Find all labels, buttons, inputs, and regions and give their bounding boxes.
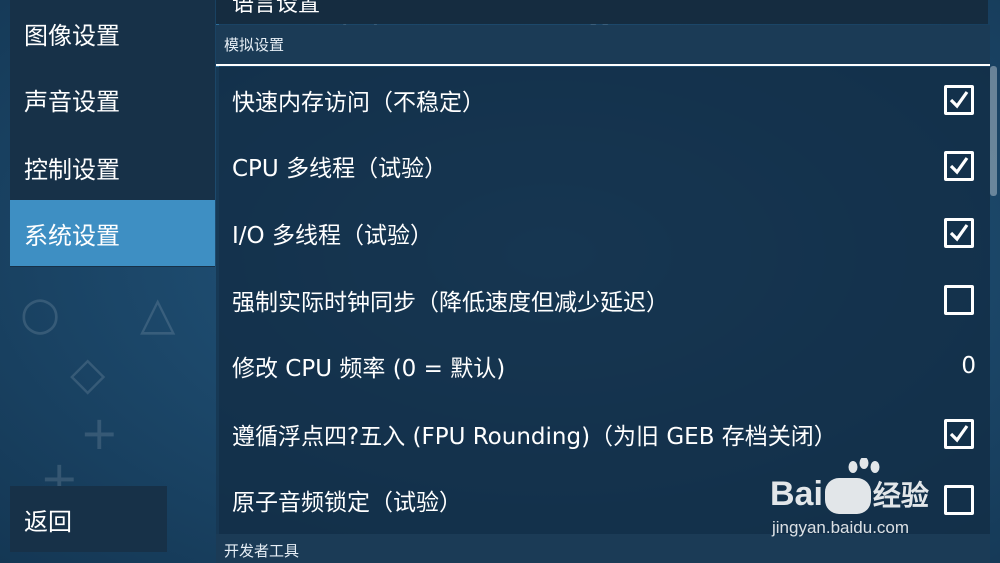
setting-force-realtime-clock[interactable]: 强制实际时钟同步（降低速度但减少延迟） [216,267,990,333]
setting-fast-memory[interactable]: 快速内存访问（不稳定） [216,67,990,133]
setting-label: CPU 多线程（试验） [232,156,448,182]
sidebar-item-label: 声音设置 [24,87,120,116]
sidebar-item-label: 系统设置 [24,221,120,250]
checkmark-icon [949,157,969,175]
checkbox[interactable] [944,85,974,115]
setting-io-multithread[interactable]: I/O 多线程（试验） [216,200,990,266]
section-header-emulation: 模拟设置 [216,25,990,66]
setting-cpu-clock[interactable]: 修改 CPU 频率 (0 = 默认) 0 [216,333,990,399]
sidebar-item-graphics[interactable]: 图像设置 [10,0,215,66]
setting-label: I/O 多线程（试验） [232,223,433,249]
bg-circle-icon: ○ [20,286,61,340]
setting-value: 0 [961,353,976,379]
setting-label: 原子音频锁定（试验） [232,490,462,516]
language-settings-label: 语言设置 [232,0,321,17]
setting-label: 快速内存访问（不稳定） [232,90,485,116]
language-settings-row[interactable]: 语言设置 [216,0,988,24]
watermark-du-icon [824,478,871,514]
watermark-url: jingyan.baidu.com [772,518,910,537]
setting-label: 修改 CPU 频率 (0 = 默认) [232,356,506,382]
sidebar-item-label: 图像设置 [24,21,120,50]
watermark-brand: Bai 经验 [770,474,929,514]
back-button[interactable]: 返回 [10,486,167,552]
sidebar-item-label: 控制设置 [24,155,120,184]
sidebar-item-system[interactable]: 系统设置 [10,200,215,266]
baidu-jingyan-watermark: Bai 经验 jingyan.baidu.com [770,458,1000,543]
checkbox[interactable] [944,419,974,449]
setting-label: 强制实际时钟同步（降低速度但减少延迟） [232,290,669,316]
sidebar-item-controls[interactable]: 控制设置 [10,134,215,200]
checkmark-icon [949,91,969,109]
checkmark-icon [949,224,969,242]
sidebar: 图像设置 声音设置 控制设置 系统设置 [10,0,215,267]
checkmark-icon [949,425,969,443]
sidebar-item-audio[interactable]: 声音设置 [10,66,215,132]
watermark-brand-text: Bai [770,474,823,513]
watermark-suffix-text: 经验 [872,479,929,512]
scrollbar[interactable] [990,66,997,196]
setting-label: 遵循浮点四?五入 (FPU Rounding)（为旧 GEB 存档关闭） [232,424,837,450]
setting-cpu-multithread[interactable]: CPU 多线程（试验） [216,133,990,199]
bg-plus-icon: + [80,406,119,460]
back-button-label: 返回 [24,507,72,536]
checkbox[interactable] [944,218,974,248]
bg-triangle-icon: △ [140,286,176,340]
checkbox[interactable] [944,285,974,315]
checkbox[interactable] [944,151,974,181]
bg-diamond-icon: ◇ [70,346,106,400]
